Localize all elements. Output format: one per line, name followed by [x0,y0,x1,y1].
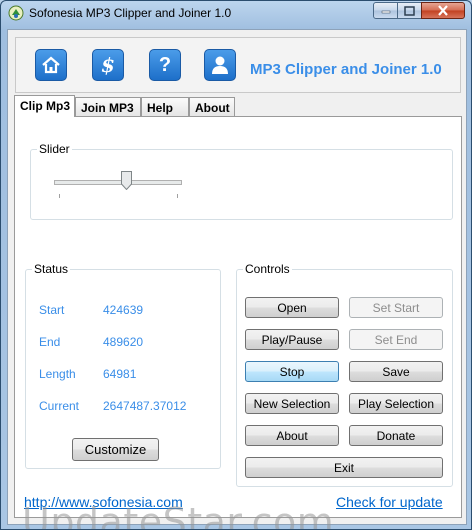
close-icon [438,5,448,16]
save-button[interactable]: Save [349,361,443,382]
tab-about[interactable]: About [189,97,235,116]
controls-group: Controls Open Set Start Play/Pause Set E… [236,262,453,487]
start-value: 424639 [103,303,144,317]
length-label: Length [39,367,76,381]
dollar-icon: $ [101,53,115,77]
new-selection-button[interactable]: New Selection [245,393,339,414]
play-selection-button[interactable]: Play Selection [349,393,443,414]
home-icon [42,56,60,74]
about-button[interactable]: About [245,425,339,446]
slider-thumb[interactable] [121,171,132,190]
current-label: Current [39,399,80,413]
customize-button[interactable]: Customize [72,438,159,461]
user-icon [212,56,228,74]
controls-label: Controls [243,262,292,276]
exit-button[interactable]: Exit [245,457,443,478]
play-pause-button[interactable]: Play/Pause [245,329,339,350]
clip-mp3-panel: Slider Status Start 424639 End 489620 Le… [14,116,462,518]
toolbar: $ ? MP3 Clipper and Joiner 1.0 [15,37,461,93]
status-label: Status [32,262,71,276]
check-update-link[interactable]: Check for update [336,494,443,510]
minimize-icon [381,10,390,13]
help-icon: ? [158,53,172,76]
maximize-icon [404,5,415,16]
slider-label: Slider [37,142,72,156]
minimize-button[interactable] [373,2,398,19]
app-window: Sofonesia MP3 Clipper and Joiner 1.0 $ ? [0,0,472,530]
current-value: 2647487.37012 [103,399,187,413]
watermark: UpdateStar.com [22,500,335,530]
slider-tick [59,194,60,198]
slider-group: Slider [30,142,453,220]
maximize-button[interactable] [397,2,422,19]
stop-button[interactable]: Stop [245,361,339,382]
help-button[interactable]: ? [149,49,181,81]
tab-join-mp3[interactable]: Join MP3 [75,97,141,116]
length-value: 64981 [103,367,137,381]
close-button[interactable] [421,2,465,19]
window-title: Sofonesia MP3 Clipper and Joiner 1.0 [29,6,232,20]
app-heading: MP3 Clipper and Joiner 1.0 [250,61,442,78]
end-label: End [39,335,61,349]
end-value: 489620 [103,335,144,349]
start-label: Start [39,303,65,317]
donate-button[interactable]: Donate [349,425,443,446]
donate-dollar-button[interactable]: $ [92,49,124,81]
set-start-button[interactable]: Set Start [349,297,443,318]
user-button[interactable] [204,49,236,81]
status-group: Status Start 424639 End 489620 Length 64… [25,262,221,469]
slider-tick [177,194,178,198]
app-icon [8,5,24,21]
title-bar[interactable]: Sofonesia MP3 Clipper and Joiner 1.0 [1,1,471,29]
tab-help[interactable]: Help [141,97,189,116]
open-button[interactable]: Open [245,297,339,318]
client-area: $ ? MP3 Clipper and Joiner 1.0 Clip Mp3 … [7,29,467,529]
slider-track[interactable] [54,180,182,185]
tab-clip-mp3[interactable]: Clip Mp3 [14,95,75,117]
home-button[interactable] [35,49,67,81]
set-end-button[interactable]: Set End [349,329,443,350]
